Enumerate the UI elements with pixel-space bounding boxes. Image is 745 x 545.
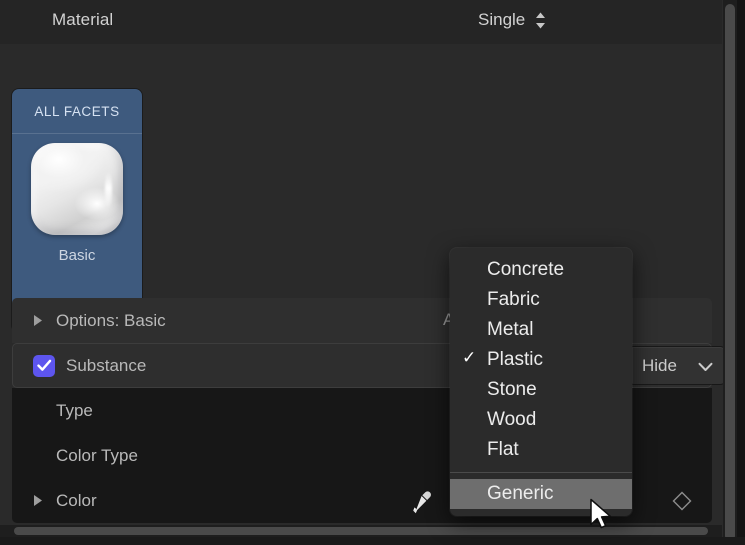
property-label: Color: [56, 491, 97, 511]
panel-bottom-edge: [0, 537, 745, 545]
panel-right-edge: [737, 0, 745, 545]
facet-group-label: ALL FACETS: [34, 104, 119, 119]
material-mode-value: Single: [478, 10, 525, 30]
material-thumbnail-icon: [31, 143, 123, 235]
menu-item-generic[interactable]: Generic: [450, 479, 632, 509]
menu-separator: [450, 472, 632, 473]
eyedropper-icon[interactable]: [408, 489, 434, 520]
horizontal-scrollbar[interactable]: [0, 525, 722, 537]
triangle-right-icon[interactable]: [32, 314, 47, 327]
facet-item-list: Basic: [12, 134, 142, 264]
menu-item-label: Plastic: [487, 349, 543, 371]
menu-item-plastic[interactable]: Plastic: [450, 345, 632, 375]
material-mode-control[interactable]: Single: [478, 10, 547, 30]
diamond-keyframe-icon[interactable]: [672, 491, 692, 516]
menu-item-label: Generic: [487, 483, 554, 505]
property-label: Substance: [66, 356, 146, 376]
menu-item-flat[interactable]: Flat: [450, 435, 632, 465]
menu-item-label: Concrete: [487, 259, 564, 281]
menu-item-label: Wood: [487, 409, 536, 431]
menu-item-fabric[interactable]: Fabric: [450, 285, 632, 315]
material-inspector-panel: Material Single ALL FACETS Basic: [0, 0, 745, 545]
triangle-right-icon[interactable]: [32, 494, 47, 507]
facet-group-header: ALL FACETS: [12, 89, 142, 134]
page-title: Material: [52, 10, 113, 30]
panel-header: Material Single: [0, 0, 722, 44]
vertical-scrollbar-thumb[interactable]: [725, 4, 735, 541]
horizontal-scrollbar-thumb[interactable]: [14, 527, 708, 535]
property-label: Options: Basic: [56, 311, 166, 331]
substance-hide-value: Hide: [642, 356, 677, 376]
menu-item-label: Flat: [487, 439, 519, 461]
property-label: Type: [56, 401, 93, 421]
menu-item-label: Metal: [487, 319, 533, 341]
property-label: Color Type: [56, 446, 138, 466]
menu-item-label: Stone: [487, 379, 537, 401]
menu-item-stone[interactable]: Stone: [450, 375, 632, 405]
facet-browser[interactable]: ALL FACETS Basic: [12, 89, 142, 332]
menu-item-metal[interactable]: Metal: [450, 315, 632, 345]
substance-checkbox[interactable]: [33, 355, 55, 377]
material-swatch-label: Basic: [59, 247, 96, 264]
menu-item-concrete[interactable]: Concrete: [450, 255, 632, 285]
menu-item-label: Fabric: [487, 289, 540, 311]
menu-item-wood[interactable]: Wood: [450, 405, 632, 435]
material-swatch-basic[interactable]: Basic: [31, 143, 123, 264]
vertical-scrollbar[interactable]: [723, 0, 737, 545]
chevron-up-down-icon[interactable]: [534, 11, 547, 30]
chevron-down-icon: [698, 359, 713, 377]
substance-type-menu[interactable]: Concrete Fabric Metal Plastic Stone Wood…: [450, 248, 632, 516]
substance-hide-select[interactable]: Hide: [628, 347, 726, 384]
